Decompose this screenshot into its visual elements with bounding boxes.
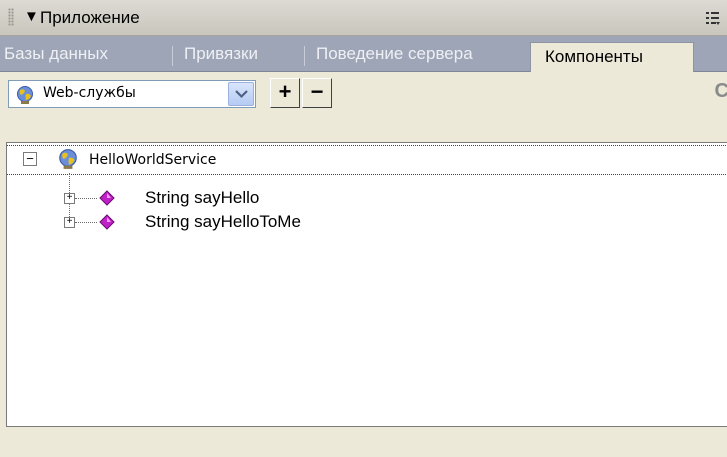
tree-connector [75, 222, 97, 223]
tree-root-label: HelloWorldService [89, 152, 217, 168]
drag-grip-icon[interactable] [8, 8, 14, 26]
component-type-select[interactable]: Web-службы [8, 80, 256, 108]
tab-server-behaviors[interactable]: Поведение сервера [316, 44, 473, 72]
components-toolbar: Web-службы + − C [0, 72, 727, 136]
panel-options-icon[interactable] [705, 10, 721, 26]
component-type-value: Web-службы [43, 85, 136, 101]
method-diamond-icon [99, 190, 115, 206]
panel-footer [0, 428, 727, 457]
chevron-down-icon [235, 90, 248, 99]
panel-titlebar[interactable]: ▼ Приложение [0, 0, 727, 36]
expand-node-button[interactable]: + [64, 217, 75, 228]
dropdown-button[interactable] [228, 82, 254, 106]
collapse-node-button[interactable]: − [23, 152, 37, 166]
globe-service-icon [59, 149, 77, 169]
globe-service-icon [17, 86, 33, 104]
tree-connector [75, 198, 97, 199]
collapse-arrow-icon[interactable]: ▼ [24, 8, 39, 25]
clipped-button-label[interactable]: C [715, 80, 727, 103]
tree-item[interactable]: + String sayHelloToMe [7, 209, 727, 235]
remove-component-button[interactable]: − [302, 78, 332, 108]
tab-divider [304, 46, 305, 66]
method-label: String sayHelloToMe [145, 212, 301, 231]
tab-components[interactable]: Компоненты [530, 42, 694, 72]
expand-node-button[interactable]: + [64, 193, 75, 204]
tree-item[interactable]: + String sayHello [7, 185, 727, 211]
panel-title[interactable]: Приложение [40, 8, 140, 28]
application-panel: ▼ Приложение Базы данных Привязки Поведе… [0, 0, 727, 457]
method-diamond-icon [99, 214, 115, 230]
add-component-button[interactable]: + [270, 78, 300, 108]
method-label: String sayHello [145, 188, 260, 207]
components-tree[interactable]: − HelloWorldService + String sayHello + [6, 142, 727, 427]
tree-root-row[interactable]: − HelloWorldService [7, 145, 727, 175]
tab-divider [172, 46, 173, 66]
panel-tabs: Базы данных Привязки Поведение сервера К… [0, 36, 727, 72]
tab-bindings[interactable]: Привязки [184, 44, 258, 72]
tab-databases[interactable]: Базы данных [4, 44, 108, 72]
tab-components-label: Компоненты [545, 47, 643, 66]
